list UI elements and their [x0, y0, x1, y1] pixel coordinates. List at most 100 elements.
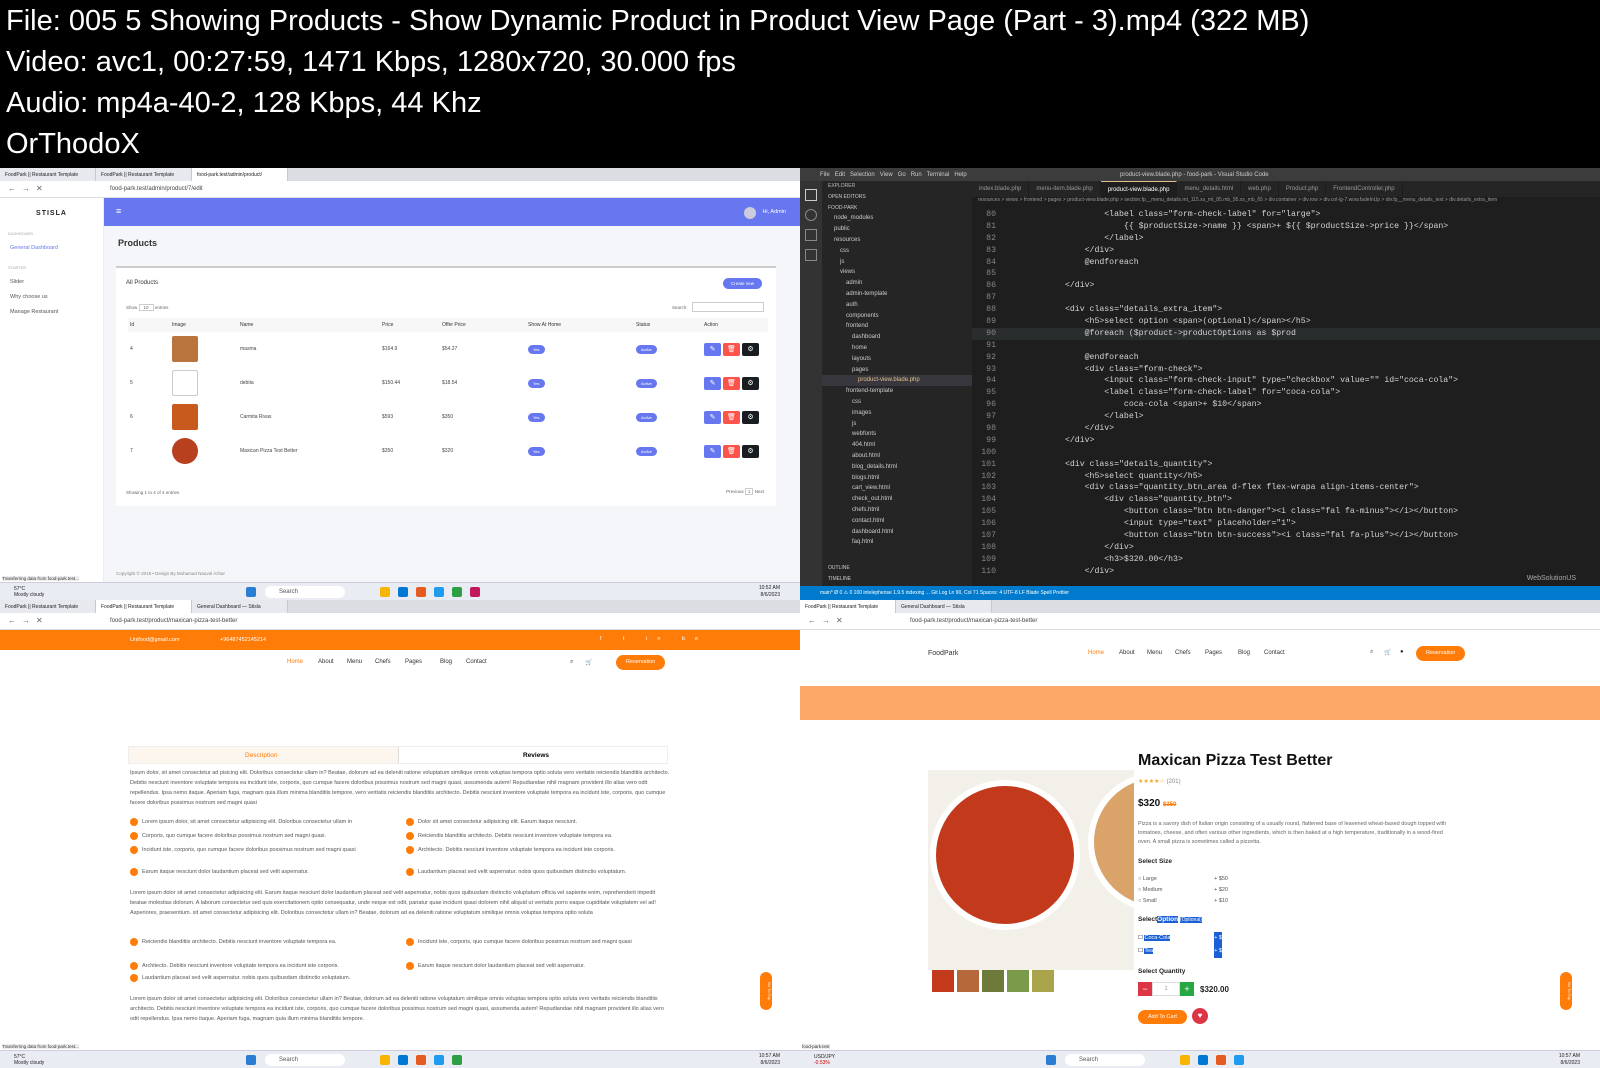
nav-menu[interactable]: Menu — [1147, 650, 1162, 656]
code-line[interactable]: 88 <div class="details_extra_item"> — [972, 304, 1600, 316]
nav-home[interactable]: Home — [287, 659, 303, 665]
code-line[interactable]: 107 <button class="btn btn-success"><i c… — [972, 530, 1600, 542]
file-tree-item[interactable]: components — [822, 311, 972, 322]
edit-icon[interactable]: ✎ — [704, 376, 721, 390]
option-item[interactable]: ☐ Coca-Cola + $ — [1138, 932, 1222, 945]
col-price[interactable]: Price — [380, 318, 440, 332]
sidebar-item-manage-restaurant[interactable]: Manage Restaurant — [10, 309, 103, 315]
col-show-at-home[interactable]: Show At Home — [526, 318, 634, 332]
explorer-icon[interactable] — [380, 1055, 390, 1065]
weather-widget[interactable]: USD/JPY -0.53% — [814, 1054, 835, 1066]
vscode-icon[interactable] — [434, 587, 444, 597]
go-to-top-button[interactable]: Go To Top — [760, 972, 772, 1010]
taskbar-search[interactable]: Search — [1065, 1054, 1145, 1066]
editor-tab[interactable]: menu-item.blade.php — [1029, 181, 1101, 197]
reservation-button[interactable]: Reservation — [616, 655, 666, 670]
file-tree-item[interactable]: node_modules — [822, 213, 972, 224]
search-icon[interactable] — [805, 209, 817, 221]
sidebar-item-dashboard[interactable]: General Dashboard — [10, 245, 103, 251]
code-line[interactable]: 94 <input class="form-check-input" type=… — [972, 375, 1600, 387]
file-tree-item[interactable]: blogs.html — [822, 473, 972, 484]
menu-file[interactable]: File — [820, 172, 830, 178]
firefox-icon[interactable] — [416, 1055, 426, 1065]
thumbnail[interactable] — [1007, 970, 1029, 992]
code-line[interactable]: 80 <label class="form-check-label" for="… — [972, 209, 1600, 221]
code-line[interactable]: 90 @foreach ($product->productOptions as… — [972, 327, 1600, 340]
code-line[interactable]: 100 — [972, 447, 1600, 459]
code-line[interactable]: 81 {{ $productSize->name }} <span>+ ${{ … — [972, 221, 1600, 233]
file-tree-item[interactable]: css — [822, 397, 972, 408]
code-line[interactable]: 106 <input type="text" placeholder="1"> — [972, 518, 1600, 530]
col-offer-price[interactable]: Offer Price — [440, 318, 526, 332]
file-tree-item[interactable]: dashboard.html — [822, 527, 972, 538]
editor-tab[interactable]: Product.php — [1279, 181, 1327, 197]
reservation-button[interactable]: Reservation — [1416, 646, 1466, 661]
search-icon[interactable]: ⌕ — [1370, 649, 1373, 656]
table-search-input[interactable] — [692, 302, 764, 312]
go-to-top-button[interactable]: Go To Top — [1560, 972, 1572, 1010]
cart-icon[interactable]: 🛒 — [1384, 649, 1391, 656]
settings-icon[interactable]: ⚙ — [742, 376, 759, 390]
code-line[interactable]: 109 <h3>$320.00</h3> — [972, 554, 1600, 566]
explorer-icon[interactable] — [1180, 1055, 1190, 1065]
code-line[interactable]: 98 </div> — [972, 423, 1600, 435]
code-line[interactable]: 85 — [972, 268, 1600, 280]
code-editor[interactable]: 80 <label class="form-check-label" for="… — [972, 209, 1600, 578]
sidebar-item-why-choose-us[interactable]: Why choose us — [10, 294, 103, 300]
code-line[interactable]: 93 <div class="form-check"> — [972, 364, 1600, 376]
file-tree-item[interactable]: check_out.html — [822, 494, 972, 505]
file-tree-item[interactable]: cart_view.html — [822, 483, 972, 494]
store-icon[interactable] — [398, 587, 408, 597]
code-line[interactable]: 96 coca-cola <span>+ $10</span> — [972, 399, 1600, 411]
file-tree-item[interactable]: admin-template — [822, 289, 972, 300]
file-tree-item[interactable]: layouts — [822, 354, 972, 365]
vscode-icon[interactable] — [434, 1055, 444, 1065]
clock[interactable]: 10:57 AM 8/6/2023 — [759, 1053, 780, 1067]
file-tree-item[interactable]: js — [822, 419, 972, 430]
cart-icon[interactable]: 🛒 — [585, 659, 592, 666]
file-tree-item[interactable]: about.html — [822, 451, 972, 462]
outline-section[interactable]: OUTLINE — [822, 563, 850, 574]
phone-text[interactable]: +96487452145214 — [220, 637, 266, 643]
settings-icon[interactable]: ⚙ — [742, 410, 759, 424]
nav-blog[interactable]: Blog — [440, 659, 452, 665]
delete-icon[interactable]: 🗑 — [723, 410, 740, 424]
file-tree-item[interactable]: css — [822, 246, 972, 257]
file-tree-item[interactable]: frontend-template — [822, 386, 972, 397]
taskbar-search[interactable]: Search — [265, 1054, 345, 1066]
search-icon[interactable]: ⌕ — [570, 659, 573, 666]
browser-tab-active[interactable]: food-park.test/admin/product/ — [192, 168, 288, 181]
file-tree-item[interactable]: images — [822, 408, 972, 419]
file-tree-item[interactable]: public — [822, 224, 972, 235]
nav-pages[interactable]: Pages — [405, 659, 422, 665]
menu-edit[interactable]: Edit — [835, 172, 845, 178]
code-line[interactable]: 89 <h5>select option <span>(optional)</s… — [972, 316, 1600, 328]
file-tree-item[interactable]: js — [822, 257, 972, 268]
menu-go[interactable]: Go — [898, 172, 906, 178]
nav-arrows-icon[interactable]: ←→✕ — [8, 184, 49, 193]
file-tree-item[interactable]: dashboard — [822, 332, 972, 343]
code-line[interactable]: 91 — [972, 340, 1600, 352]
thumbnail[interactable] — [1032, 970, 1054, 992]
editor-tab[interactable]: index.blade.php — [972, 181, 1030, 197]
weather-widget[interactable]: 57°C Mostly cloudy — [14, 1054, 44, 1066]
col-status[interactable]: Status — [634, 318, 702, 332]
nav-about[interactable]: About — [1119, 650, 1135, 656]
settings-icon[interactable]: ⚙ — [742, 444, 759, 458]
weather-widget[interactable]: 57°C Mostly cloudy — [14, 586, 44, 598]
delete-icon[interactable]: 🗑 — [723, 342, 740, 356]
nav-chefs[interactable]: Chefs — [375, 659, 391, 665]
code-line[interactable]: 105 <button class="btn btn-danger"><i cl… — [972, 506, 1600, 518]
edit-icon[interactable]: ✎ — [704, 444, 721, 458]
file-tree-item[interactable]: resources — [822, 235, 972, 246]
avatar[interactable] — [744, 207, 756, 219]
code-line[interactable]: 83 </div> — [972, 245, 1600, 257]
file-tree-item[interactable]: 404.html — [822, 440, 972, 451]
thumbnail[interactable] — [932, 970, 954, 992]
nav-chefs[interactable]: Chefs — [1175, 650, 1191, 656]
code-line[interactable]: 82 </label> — [972, 233, 1600, 245]
store-icon[interactable] — [398, 1055, 408, 1065]
entries-select[interactable]: 10 — [138, 304, 154, 311]
clock[interactable]: 10:52 AM 8/6/2023 — [759, 585, 780, 599]
explorer-icon[interactable] — [380, 587, 390, 597]
